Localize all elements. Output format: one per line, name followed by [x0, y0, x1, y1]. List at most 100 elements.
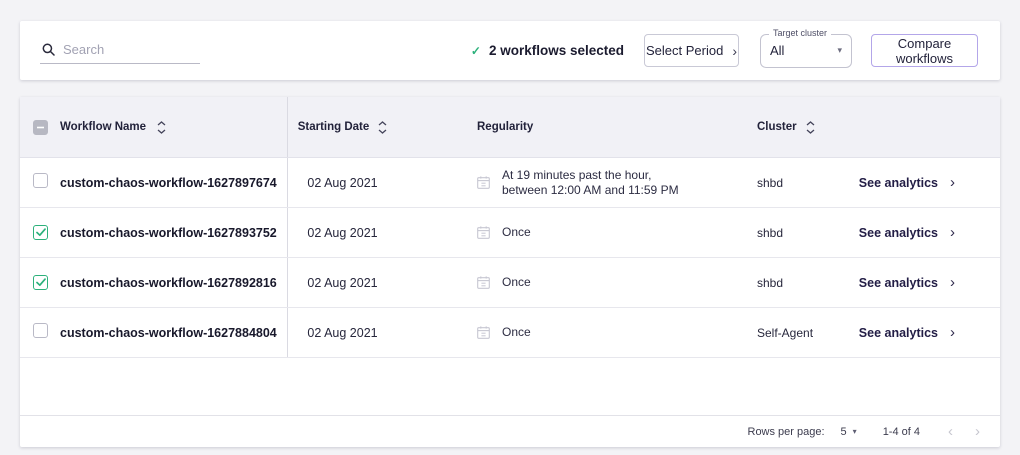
- previous-page-button[interactable]: ‹: [948, 423, 953, 440]
- calendar-icon: [477, 276, 490, 289]
- regularity-text: Once: [502, 225, 531, 240]
- row-name-cell: custom-chaos-workflow-1627892816: [60, 274, 287, 292]
- row-checkbox[interactable]: [33, 275, 48, 290]
- calendar-icon: [477, 176, 490, 189]
- target-cluster-select[interactable]: Target cluster All ▾: [760, 34, 852, 68]
- header-cluster-cell: Cluster: [710, 121, 850, 134]
- row-action-cell: See analytics ›: [850, 325, 1000, 340]
- workflow-name: custom-chaos-workflow-1627892816: [60, 276, 277, 290]
- row-checkbox[interactable]: [33, 323, 48, 338]
- search-input[interactable]: [63, 42, 198, 57]
- see-analytics-button[interactable]: See analytics: [859, 226, 938, 240]
- chevron-right-icon[interactable]: ›: [950, 225, 955, 240]
- row-checkbox[interactable]: [33, 225, 48, 240]
- rows-per-page-label: Rows per page:: [748, 426, 825, 438]
- row-name-cell: custom-chaos-workflow-1627893752: [60, 224, 287, 242]
- table-row: custom-chaos-workflow-1627893752 02 Aug …: [20, 208, 1000, 258]
- row-checkbox-cell: [20, 224, 60, 242]
- starting-date: 02 Aug 2021: [307, 276, 377, 290]
- see-analytics-button[interactable]: See analytics: [859, 276, 938, 290]
- target-cluster-value: All: [770, 43, 784, 58]
- search-field[interactable]: [40, 38, 200, 64]
- regularity-line1: At 19 minutes past the hour,: [502, 168, 679, 183]
- regularity-text: At 19 minutes past the hour, between 12:…: [502, 168, 679, 197]
- table-pagination: Rows per page: 5 ▾ 1-4 of 4 ‹ ›: [20, 415, 1000, 447]
- chevron-down-icon: ▾: [853, 427, 857, 436]
- sort-up-icon: [806, 121, 815, 126]
- chevron-right-icon[interactable]: ›: [950, 325, 955, 340]
- row-checkbox[interactable]: [33, 173, 48, 188]
- row-cluster-cell: shbd: [710, 226, 850, 240]
- row-date-cell: 02 Aug 2021: [287, 258, 397, 307]
- sort-down-icon: [806, 129, 815, 134]
- column-header-workflow-name: Workflow Name: [60, 121, 146, 133]
- toolbar-actions: ✓ 2 workflows selected Select Period › T…: [471, 34, 978, 68]
- row-checkbox-cell: [20, 274, 60, 292]
- sort-starting-date-control[interactable]: [378, 121, 387, 134]
- sort-down-icon: [378, 129, 387, 134]
- target-cluster-label: Target cluster: [769, 28, 831, 39]
- column-header-regularity: Regularity: [477, 121, 533, 133]
- starting-date: 02 Aug 2021: [307, 226, 377, 240]
- sort-down-icon: [157, 129, 166, 134]
- row-name-cell: custom-chaos-workflow-1627897674: [60, 174, 287, 192]
- column-header-starting-date: Starting Date: [298, 121, 370, 133]
- row-date-cell: 02 Aug 2021: [287, 308, 397, 357]
- regularity-text: Once: [502, 325, 531, 340]
- regularity-line1: Once: [502, 325, 531, 340]
- table-empty-space: [20, 358, 1000, 415]
- table-row: custom-chaos-workflow-1627897674 02 Aug …: [20, 158, 1000, 208]
- next-page-button[interactable]: ›: [975, 423, 980, 440]
- table-body: custom-chaos-workflow-1627897674 02 Aug …: [20, 158, 1000, 358]
- rows-per-page-value: 5: [841, 426, 847, 438]
- workflows-selected-status: ✓ 2 workflows selected: [471, 43, 624, 58]
- regularity-line1: Once: [502, 225, 531, 240]
- row-date-cell: 02 Aug 2021: [287, 158, 397, 207]
- cluster-name: shbd: [757, 176, 783, 190]
- chevron-right-icon[interactable]: ›: [950, 275, 955, 290]
- see-analytics-button[interactable]: See analytics: [859, 326, 938, 340]
- sort-workflow-name-control[interactable]: [157, 121, 166, 134]
- regularity-line1: Once: [502, 275, 531, 290]
- sort-up-icon: [378, 121, 387, 126]
- regularity-text: Once: [502, 275, 531, 290]
- starting-date: 02 Aug 2021: [307, 326, 377, 340]
- see-analytics-button[interactable]: See analytics: [859, 176, 938, 190]
- select-all-checkbox[interactable]: [33, 120, 48, 135]
- row-action-cell: See analytics ›: [850, 275, 1000, 290]
- row-checkbox-cell: [20, 323, 60, 343]
- table-row: custom-chaos-workflow-1627892816 02 Aug …: [20, 258, 1000, 308]
- table-row: custom-chaos-workflow-1627884804 02 Aug …: [20, 308, 1000, 358]
- row-regularity-cell: At 19 minutes past the hour, between 12:…: [397, 168, 710, 197]
- row-regularity-cell: Once: [397, 225, 710, 240]
- regularity-line2: between 12:00 AM and 11:59 PM: [502, 183, 679, 198]
- select-period-button[interactable]: Select Period ›: [644, 34, 739, 67]
- calendar-icon: [477, 226, 490, 239]
- green-check-icon: ✓: [471, 44, 481, 58]
- table-header-row: Workflow Name Starting Date Regularity C…: [20, 97, 1000, 158]
- rows-per-page-select[interactable]: 5 ▾: [841, 426, 857, 438]
- row-name-cell: custom-chaos-workflow-1627884804: [60, 324, 287, 342]
- chevron-right-icon[interactable]: ›: [950, 175, 955, 190]
- row-cluster-cell: Self-Agent: [710, 326, 850, 340]
- row-cluster-cell: shbd: [710, 176, 850, 190]
- pagination-range: 1-4 of 4: [883, 426, 920, 438]
- cluster-name: Self-Agent: [757, 326, 813, 340]
- starting-date: 02 Aug 2021: [307, 176, 377, 190]
- row-checkbox-cell: [20, 173, 60, 193]
- row-regularity-cell: Once: [397, 275, 710, 290]
- workflows-table-card: Workflow Name Starting Date Regularity C…: [20, 97, 1000, 447]
- checkmark-icon: [36, 228, 46, 237]
- sort-cluster-control[interactable]: [806, 121, 815, 134]
- chevron-down-icon: ▾: [837, 45, 842, 56]
- compare-workflows-button[interactable]: Compare workflows: [871, 34, 978, 67]
- column-header-cluster: Cluster: [757, 121, 797, 133]
- header-starting-date-cell: Starting Date: [287, 97, 397, 157]
- workflow-name: custom-chaos-workflow-1627897674: [60, 176, 277, 190]
- cluster-name: shbd: [757, 276, 783, 290]
- header-regularity-cell: Regularity: [397, 121, 710, 133]
- row-cluster-cell: shbd: [710, 276, 850, 290]
- sort-up-icon: [157, 121, 166, 126]
- row-regularity-cell: Once: [397, 325, 710, 340]
- search-icon: [42, 43, 55, 56]
